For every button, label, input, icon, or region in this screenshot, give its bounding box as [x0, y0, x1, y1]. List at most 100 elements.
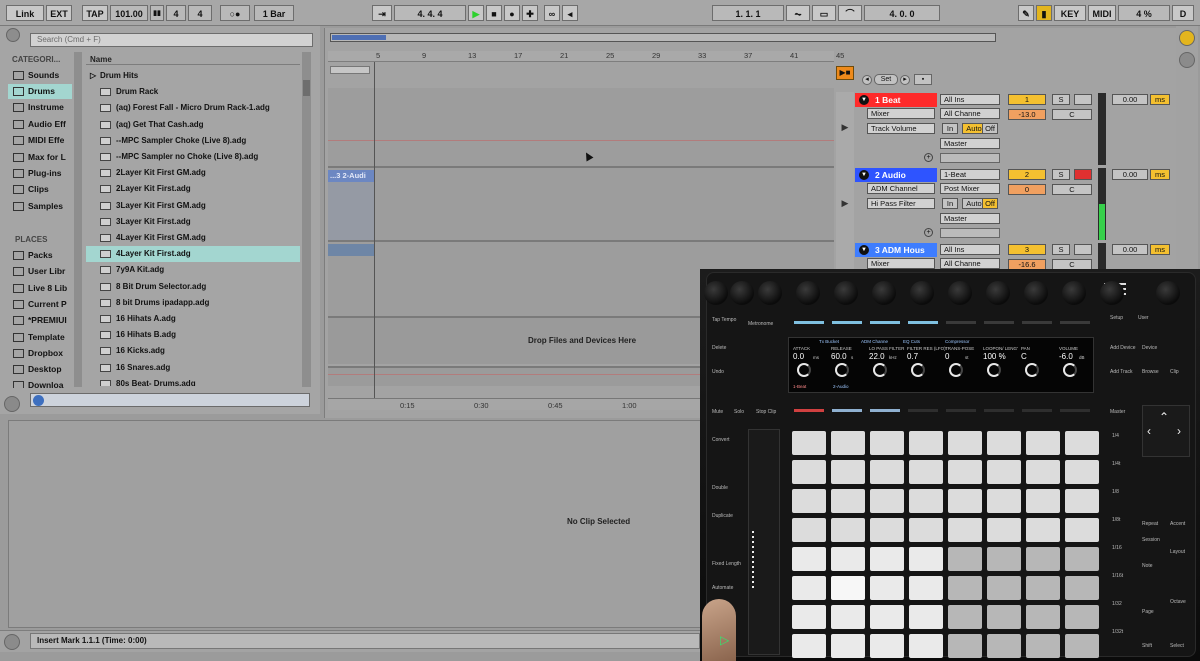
push-right-button-label[interactable]: Accent [1170, 521, 1185, 527]
push-right-button-label[interactable]: Browse [1142, 369, 1159, 375]
category-max-for-live[interactable]: Max for L [8, 150, 72, 165]
drum-pad[interactable] [1026, 634, 1060, 658]
file-item[interactable]: (aq) Forest Fall - Micro Drum Rack-1.adg [86, 100, 300, 116]
ms-toggle[interactable]: ms [1150, 94, 1170, 105]
encoder-knob[interactable] [1100, 281, 1124, 305]
push-left-button-label[interactable]: Solo [734, 409, 744, 415]
track-select-button[interactable] [1060, 321, 1090, 324]
categories-scrollbar[interactable] [74, 52, 82, 387]
push-right-button-label[interactable]: Note [1142, 563, 1153, 569]
drum-pad[interactable] [948, 547, 982, 571]
encoder-knob[interactable] [1156, 281, 1180, 305]
send-field[interactable]: 0.00 [1112, 94, 1148, 105]
file-item[interactable]: 4Layer Kit First.adg [86, 246, 300, 263]
arm-button-icon[interactable] [1074, 244, 1092, 255]
add-icon[interactable]: ✚ [522, 5, 538, 21]
drum-pad[interactable] [792, 518, 826, 542]
folder-item[interactable]: ▷ Drum Hits [86, 68, 300, 84]
link-button[interactable]: Link [6, 5, 44, 21]
browser-toggle-icon[interactable] [6, 28, 20, 42]
encoder-knob[interactable] [1024, 281, 1048, 305]
navigation-arrows[interactable]: ⌃ ‹ › [1142, 405, 1190, 457]
tempo-field[interactable]: 101.00 [110, 5, 148, 21]
quantization-select[interactable]: 1 Bar [254, 5, 294, 21]
punch-out-icon[interactable]: ⌒ [838, 5, 862, 21]
drum-pad[interactable] [831, 547, 865, 571]
encoder-knob[interactable] [834, 281, 858, 305]
drum-pad[interactable] [792, 605, 826, 629]
track-select-button[interactable] [870, 321, 900, 324]
push-right-button-label[interactable]: Session [1142, 537, 1160, 543]
push-left-button-label[interactable]: Tap Tempo [712, 317, 736, 323]
add-device-icon[interactable]: + [924, 228, 933, 237]
push-right-button-label[interactable]: Layout [1170, 549, 1185, 555]
drum-pad[interactable] [1026, 518, 1060, 542]
midi-clip[interactable] [328, 244, 374, 256]
song-position-field[interactable]: 4. 4. 4 [394, 5, 466, 21]
drum-pad[interactable] [1026, 431, 1060, 455]
push-right-button-label[interactable]: Clip [1170, 369, 1179, 375]
drum-pad[interactable] [909, 576, 943, 600]
file-item[interactable]: 16 Kicks.adg [86, 343, 300, 359]
monitor-in-button[interactable]: In [942, 198, 958, 209]
drum-pad[interactable] [831, 605, 865, 629]
file-item[interactable]: --MPC Sampler no Choke (Live 8).adg [86, 149, 300, 165]
drum-pad[interactable] [870, 547, 904, 571]
push-left-button-label[interactable]: Mute [712, 409, 723, 415]
category-instruments[interactable]: Instrume [8, 100, 72, 115]
scene-launch-label[interactable]: 1/8t [1112, 517, 1120, 523]
device-chooser[interactable]: Mixer [867, 108, 935, 119]
loop-switch-icon[interactable]: ▭ [812, 5, 836, 21]
loop-length-field[interactable]: 4. 0. 0 [864, 5, 940, 21]
drum-pad[interactable] [1065, 518, 1099, 542]
overview-bar[interactable] [330, 33, 996, 42]
drum-pad[interactable] [948, 576, 982, 600]
file-list-scroll-thumb[interactable] [303, 80, 310, 96]
file-list-scrollbar[interactable] [302, 52, 311, 387]
drum-pad[interactable] [987, 576, 1021, 600]
drum-pad[interactable] [1065, 431, 1099, 455]
encoder-knob[interactable] [986, 281, 1010, 305]
overview-viewport[interactable] [332, 35, 386, 40]
drum-pad[interactable] [870, 576, 904, 600]
back-to-arrangement-icon[interactable]: ◂ [562, 5, 578, 21]
push-right-button-label[interactable]: Page [1142, 609, 1154, 615]
monitor-off-button[interactable]: Off [982, 198, 998, 209]
drum-pad[interactable] [987, 605, 1021, 629]
encoder-knob[interactable] [1062, 281, 1086, 305]
push-right-button-label[interactable]: Shift [1142, 643, 1152, 649]
drum-pad[interactable] [1026, 605, 1060, 629]
category-sounds[interactable]: Sounds [8, 68, 72, 83]
computer-midi-icon[interactable]: ▮ [1036, 5, 1052, 21]
drum-pad[interactable] [831, 576, 865, 600]
push-right-button-label[interactable]: Add Device [1110, 345, 1136, 351]
file-item[interactable]: 80s Beat- Drums.adg [86, 376, 300, 386]
file-item[interactable]: 3Layer Kit First GM.adg [86, 198, 300, 214]
play-icon[interactable]: ▶ [468, 5, 484, 21]
track-select-button[interactable] [1022, 321, 1052, 324]
push-left-button-label[interactable]: Double [712, 485, 728, 491]
io-toggle-icon[interactable] [1179, 52, 1195, 68]
drum-pad[interactable] [831, 460, 865, 484]
send-field[interactable]: 0.00 [1112, 169, 1148, 180]
track-select-button[interactable] [946, 321, 976, 324]
drum-pad[interactable] [792, 460, 826, 484]
volume-field[interactable]: 0 [1008, 184, 1046, 195]
push-left-button-label[interactable]: Delete [712, 345, 726, 351]
scene-launch-label[interactable]: 1/32 [1112, 601, 1122, 607]
volume-field[interactable]: -13.0 [1008, 109, 1046, 120]
drum-pad[interactable] [831, 489, 865, 513]
device-chooser[interactable]: ADM Channel [867, 183, 935, 194]
place-current-project[interactable]: Current P [8, 297, 72, 312]
push-right-button-label[interactable]: Octave [1170, 599, 1186, 605]
drum-pad[interactable] [792, 576, 826, 600]
fold-track-2-icon[interactable]: ▶ [836, 168, 854, 242]
output-channel-select[interactable] [940, 153, 1000, 163]
drum-pad[interactable] [948, 605, 982, 629]
push-left-button-label[interactable]: Stop Clip [756, 409, 776, 415]
drum-pad[interactable] [870, 634, 904, 658]
drum-pad[interactable] [831, 431, 865, 455]
add-device-icon[interactable]: + [924, 153, 933, 162]
push-right-button-label[interactable]: Add Track [1110, 369, 1133, 375]
input-type-select[interactable]: All Ins [940, 94, 1000, 105]
